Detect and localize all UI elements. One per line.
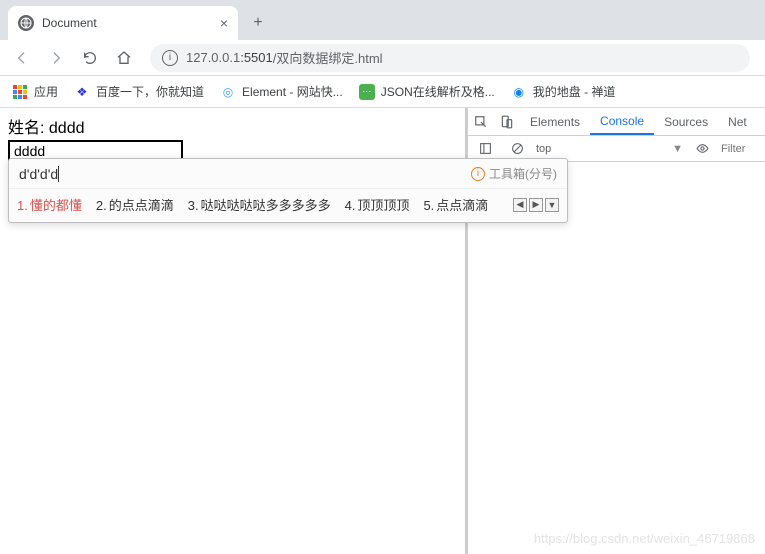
bound-value: dddd	[49, 120, 85, 137]
tab-sources[interactable]: Sources	[654, 108, 718, 135]
ime-candidate[interactable]: 3.哒哒哒哒哒多多多多多	[188, 195, 331, 214]
ime-next-icon[interactable]: ▶	[529, 198, 543, 212]
filter-input[interactable]	[721, 143, 761, 155]
page-content: 姓名: dddd d'd'd'd i工具箱(分号) 1.懂的都懂 2.的点点滴滴…	[0, 108, 467, 554]
bookmark-item[interactable]: ◎Element - 网站快...	[220, 83, 343, 100]
reload-button[interactable]	[76, 44, 104, 72]
apps-label: 应用	[34, 83, 58, 100]
bookmarks-bar: 应用 ❖百度一下，你就知道 ◎Element - 网站快... ⋯JSON在线解…	[0, 76, 765, 108]
baidu-icon: ❖	[74, 84, 90, 100]
info-icon[interactable]: i	[162, 50, 178, 66]
new-tab-button[interactable]: +	[244, 9, 272, 37]
element-icon: ◎	[220, 84, 236, 100]
clear-icon[interactable]	[504, 142, 530, 155]
home-button[interactable]	[110, 44, 138, 72]
bookmark-item[interactable]: ⋯JSON在线解析及格...	[359, 83, 495, 100]
ime-pager: ◀ ▶ ▼	[513, 198, 559, 212]
chevron-down-icon: ▼	[672, 143, 683, 155]
json-icon: ⋯	[359, 84, 375, 100]
context-selector[interactable]: top▼	[536, 143, 683, 155]
ime-prev-icon[interactable]: ◀	[513, 198, 527, 212]
close-icon[interactable]: ×	[220, 15, 228, 31]
back-button[interactable]	[8, 44, 36, 72]
name-label: 姓名: dddd	[8, 114, 457, 138]
eye-icon[interactable]	[689, 142, 715, 155]
tab-console[interactable]: Console	[590, 108, 654, 135]
url-path: /双向数据绑定.html	[273, 48, 383, 67]
sidebar-toggle-icon[interactable]	[472, 142, 498, 155]
forward-button[interactable]	[42, 44, 70, 72]
tab-network[interactable]: Net	[718, 108, 757, 135]
ime-popup: d'd'd'd i工具箱(分号) 1.懂的都懂 2.的点点滴滴 3.哒哒哒哒哒多…	[8, 158, 568, 223]
url-host: 127.0.0.1	[186, 50, 240, 65]
ime-candidate[interactable]: 5.点点滴滴	[423, 195, 488, 214]
browser-toolbar: i 127.0.0.1:5501/双向数据绑定.html	[0, 40, 765, 76]
ime-candidates: 1.懂的都懂 2.的点点滴滴 3.哒哒哒哒哒多多多多多 4.顶顶顶顶 5.点点滴…	[9, 188, 567, 222]
bookmark-item[interactable]: ❖百度一下，你就知道	[74, 83, 204, 100]
devtools-tabs: Elements Console Sources Net	[468, 108, 765, 136]
browser-tab[interactable]: Document ×	[8, 6, 238, 40]
ime-dropdown-icon[interactable]: ▼	[545, 198, 559, 212]
ime-candidate[interactable]: 1.懂的都懂	[17, 195, 82, 214]
ime-candidate[interactable]: 4.顶顶顶顶	[345, 195, 410, 214]
tab-strip: Document × +	[0, 0, 765, 40]
url-port: :5501	[240, 50, 273, 65]
globe-icon	[18, 15, 34, 31]
ime-composition: d'd'd'd	[19, 166, 59, 182]
zentao-icon: ◉	[511, 84, 527, 100]
tab-title: Document	[42, 16, 212, 30]
tab-elements[interactable]: Elements	[520, 108, 590, 135]
apps-button[interactable]: 应用	[12, 83, 58, 100]
ime-candidate[interactable]: 2.的点点滴滴	[96, 195, 174, 214]
bookmark-item[interactable]: ◉我的地盘 - 禅道	[511, 83, 616, 100]
inspect-icon[interactable]	[468, 115, 494, 129]
apps-icon	[12, 84, 28, 100]
ime-toolbox[interactable]: i工具箱(分号)	[471, 165, 557, 182]
warning-icon: i	[471, 167, 485, 181]
device-icon[interactable]	[494, 115, 520, 129]
address-bar[interactable]: i 127.0.0.1:5501/双向数据绑定.html	[150, 44, 750, 72]
